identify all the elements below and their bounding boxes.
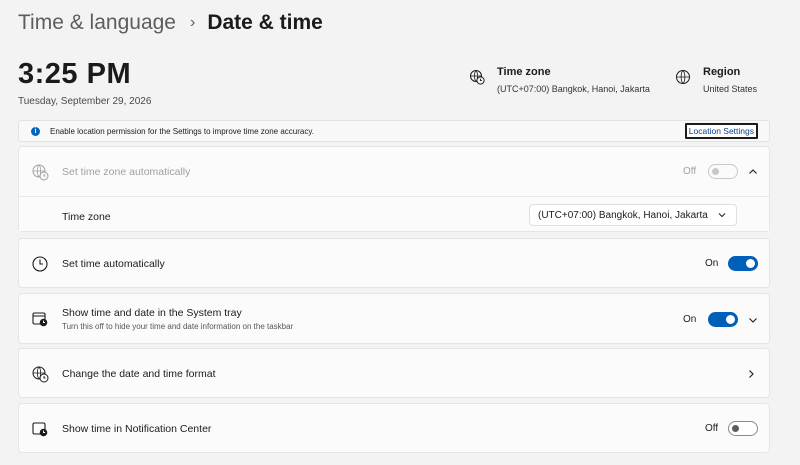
auto-timezone-card: Set time zone automatically Off Time zon… <box>18 146 770 232</box>
page-title: Date & time <box>207 11 323 34</box>
breadcrumb-parent-link[interactable]: Time & language <box>18 11 176 35</box>
date-format-label: Change the date and time format <box>62 368 216 380</box>
chevron-up-icon[interactable] <box>748 167 758 177</box>
region-info: Region United States <box>675 66 757 94</box>
region-info-value: United States <box>703 84 758 94</box>
breadcrumb: Time & language › Date & time <box>18 9 323 37</box>
notification-clock-icon <box>31 420 49 438</box>
system-tray-label: Show time and date in the System tray <box>62 307 242 319</box>
globe-clock-icon <box>31 163 49 181</box>
timezone-info-title: Time zone <box>497 66 551 78</box>
notification-center-toggle[interactable] <box>728 421 758 436</box>
globe-clock-icon <box>469 69 485 85</box>
current-date: Tuesday, September 29, 2026 <box>18 96 152 107</box>
notification-center-label: Show time in Notification Center <box>62 423 212 435</box>
globe-icon <box>675 69 691 85</box>
auto-timezone-label: Set time zone automatically <box>62 166 191 178</box>
current-time: 3:25 PM <box>18 58 132 90</box>
auto-time-card[interactable]: Set time automatically On <box>18 238 770 288</box>
system-tray-toggle[interactable] <box>708 312 738 327</box>
auto-timezone-state: Off <box>683 166 697 177</box>
date-format-card[interactable]: Change the date and time format <box>18 348 770 398</box>
auto-timezone-toggle[interactable] <box>708 164 738 179</box>
notification-center-state: Off <box>705 423 719 434</box>
breadcrumb-separator: › <box>189 14 196 31</box>
auto-time-toggle[interactable] <box>728 256 758 271</box>
timezone-sublabel: Time zone <box>62 211 111 223</box>
system-tray-state: On <box>683 314 697 325</box>
clock-icon <box>31 255 49 273</box>
location-settings-button[interactable]: Location Settings <box>684 123 758 139</box>
timezone-subrow: Time zone (UTC+07:00) Bangkok, Hanoi, Ja… <box>19 196 769 231</box>
chevron-right-icon <box>746 369 756 379</box>
notification-center-card[interactable]: Show time in Notification Center Off <box>18 403 770 453</box>
system-tray-description: Turn this off to hide your time and date… <box>62 322 294 331</box>
timezone-dropdown-value: (UTC+07:00) Bangkok, Hanoi, Jakarta <box>538 209 708 221</box>
info-icon: i <box>31 126 40 136</box>
region-info-title: Region <box>703 66 741 78</box>
auto-time-label: Set time automatically <box>62 258 165 270</box>
timezone-info: Time zone (UTC+07:00) Bangkok, Hanoi, Ja… <box>469 66 650 94</box>
location-permission-banner: i Enable location permission for the Set… <box>18 120 770 142</box>
chevron-down-icon <box>718 211 726 219</box>
timezone-info-value: (UTC+07:00) Bangkok, Hanoi, Jakarta <box>497 84 650 94</box>
system-tray-card[interactable]: Show time and date in the System tray Tu… <box>18 293 770 344</box>
timezone-dropdown[interactable]: (UTC+07:00) Bangkok, Hanoi, Jakarta <box>529 204 737 226</box>
auto-time-state: On <box>705 258 719 269</box>
auto-timezone-row[interactable]: Set time zone automatically Off <box>19 147 769 196</box>
banner-message: Enable location permission for the Setti… <box>50 126 314 136</box>
calendar-clock-icon <box>31 310 49 328</box>
chevron-down-icon[interactable] <box>748 315 758 325</box>
globe-clock-icon <box>31 365 49 383</box>
